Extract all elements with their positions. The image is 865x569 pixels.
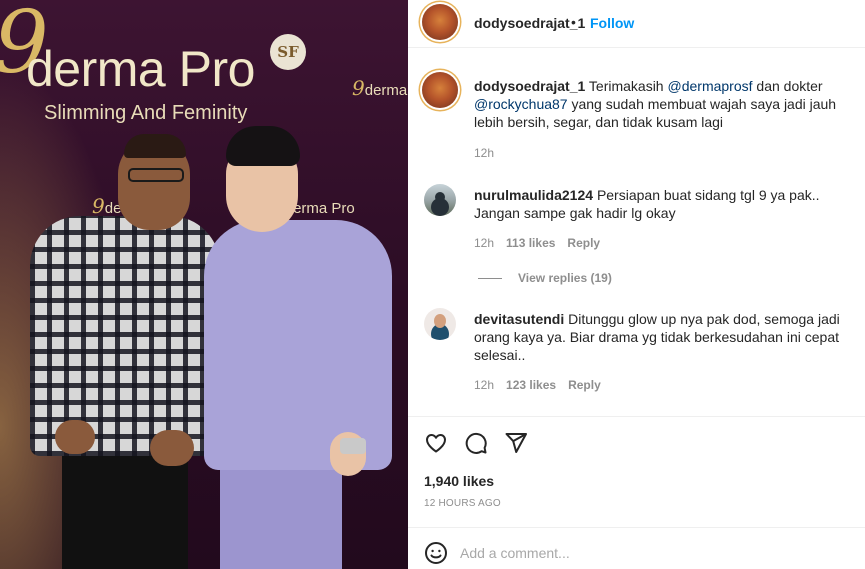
person-right-lavender-shirt [204,220,392,470]
person-left-glasses [128,168,184,182]
separator-dot: • [571,14,576,30]
person-left-hand [150,430,194,466]
commenter-avatar[interactable] [424,308,456,340]
reply-button[interactable]: Reply [567,236,600,250]
view-replies-line [478,278,502,280]
commenter-username[interactable]: devitasutendi [474,311,564,327]
brand-tagline: Slimming And Feminity [44,102,248,124]
reply-button[interactable]: Reply [568,378,601,392]
brand-badge: SF [270,34,306,70]
backdrop-small-logo: 9derma Pro [352,76,408,100]
comment-icon[interactable] [464,431,488,455]
comment-age[interactable]: 12h [474,236,494,250]
person-left-plaid-shirt [30,216,220,456]
caption-age[interactable]: 12h [474,146,494,160]
smiley-icon[interactable] [424,541,448,565]
comment: devitasutendi Ditunggu glow up nya pak d… [474,310,856,364]
mention-link[interactable]: @dermaprosf [668,78,753,94]
caption-text: dan dokter [752,78,823,94]
person-right-hair [226,126,300,166]
commenter-username[interactable]: nurulmaulida2124 [474,187,593,203]
divider [408,416,865,417]
paper-plane-icon[interactable] [504,431,528,455]
person-left-hair [124,134,186,158]
caption-text: Terimakasih [588,78,668,94]
post-caption: dodysoedrajat_1 Terimakasih @dermaprosf … [474,77,854,131]
commenter-avatar[interactable] [424,184,456,216]
brand-name: derma Pro [26,41,255,97]
heart-icon[interactable] [424,431,448,455]
comment-meta: 12h 113 likes Reply [474,236,600,250]
caption-author-avatar[interactable] [422,72,458,108]
post-sidebar: dodysoedrajat_1 • Follow dodysoedrajat_1… [408,0,865,569]
post-header: dodysoedrajat_1 • Follow [408,0,865,48]
comment-likes[interactable]: 123 likes [506,378,556,392]
post-timestamp[interactable]: 12 HOURS AGO [424,498,501,509]
comment-age[interactable]: 12h [474,378,494,392]
author-avatar[interactable] [422,4,458,40]
divider [408,527,865,528]
caption-author-username[interactable]: dodysoedrajat_1 [474,78,585,94]
add-comment-input[interactable] [460,541,840,565]
comment-meta: 12h 123 likes Reply [474,378,601,392]
person-right-legs [220,456,342,569]
comment-likes[interactable]: 113 likes [506,236,555,250]
like-count[interactable]: 1,940 likes [424,473,494,489]
comment: nurulmaulida2124 Persiapan buat sidang t… [474,186,856,222]
person-right-watch [340,438,366,454]
view-replies-button[interactable]: View replies (19) [478,271,612,285]
post-photo[interactable]: 9 derma Pro Slimming And Feminity SF 9de… [0,0,408,569]
mention-link[interactable]: @rockychua87 [474,96,568,112]
author-username[interactable]: dodysoedrajat_1 [474,15,585,31]
follow-button[interactable]: Follow [590,15,634,31]
person-left-hand [55,420,95,454]
